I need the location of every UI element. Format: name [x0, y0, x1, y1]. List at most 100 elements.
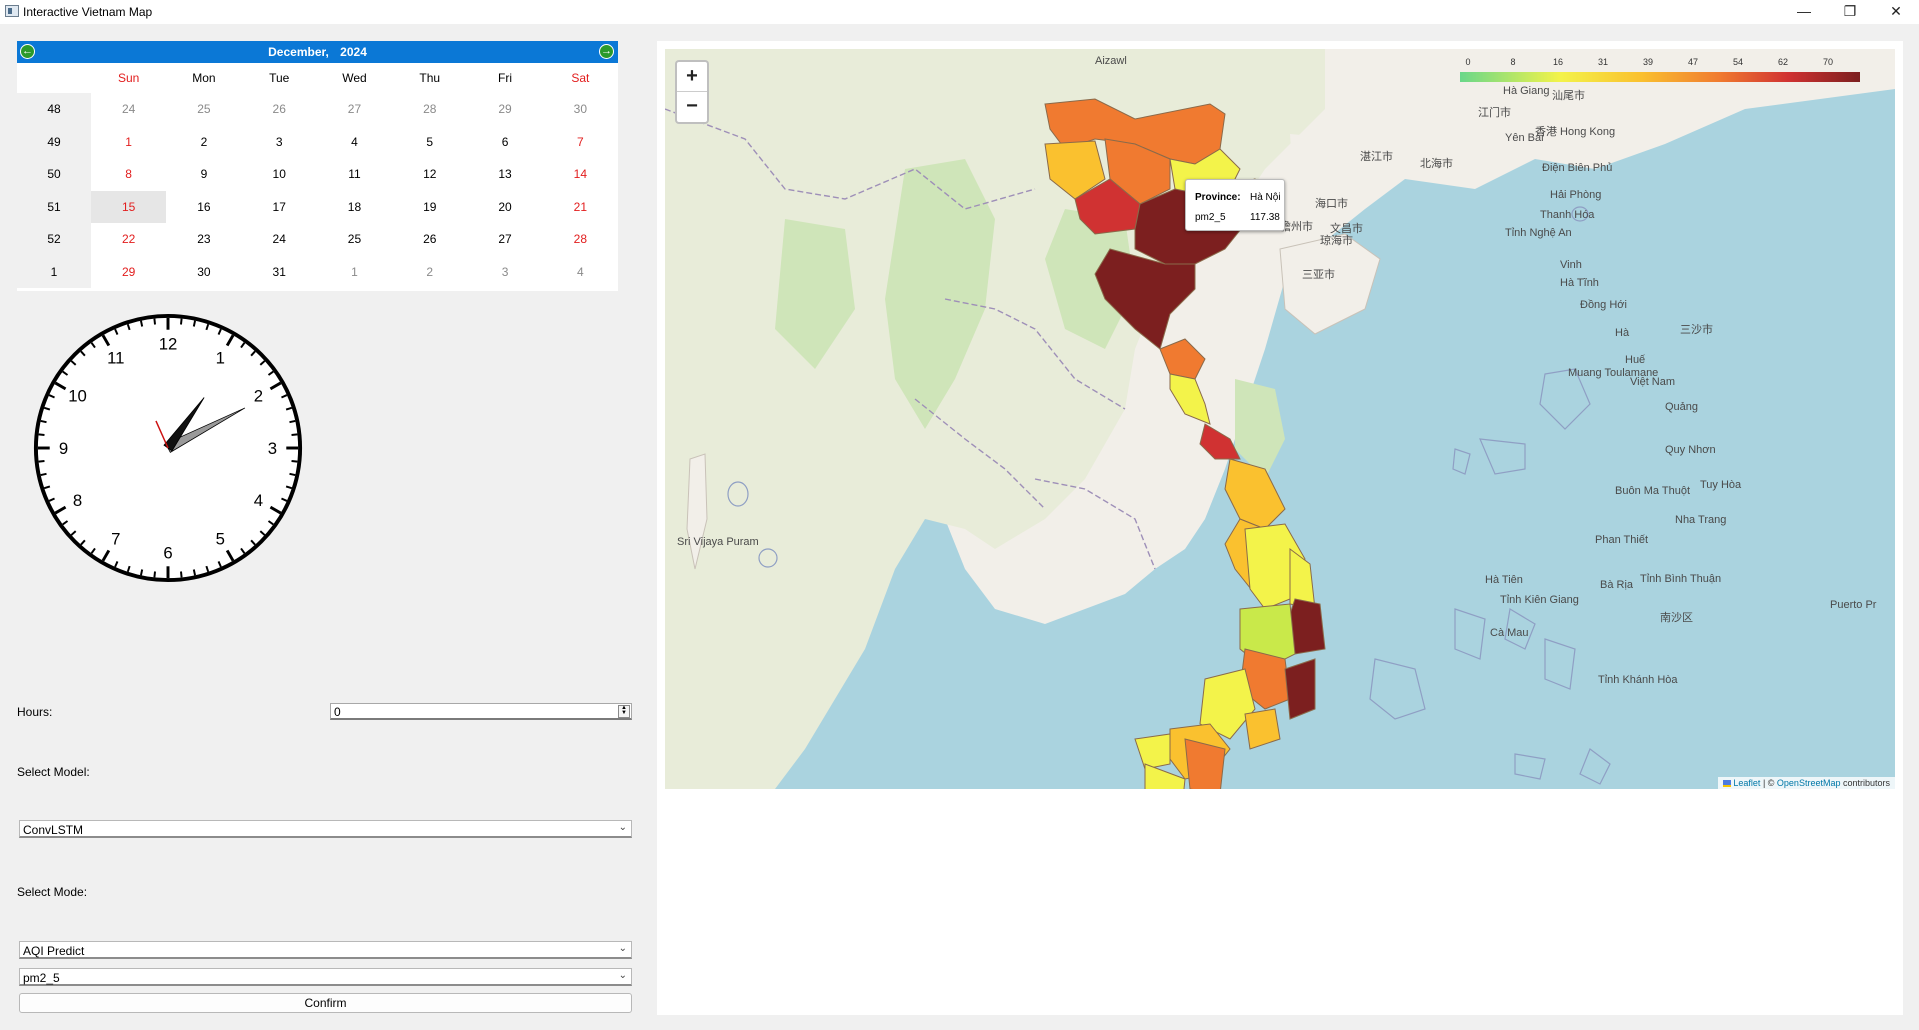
map-panel: Aizawl Hà Giang Yên Bái Điện Biên Phủ Hải Ph… — [657, 41, 1903, 1015]
map-place-label: 三沙市 — [1680, 324, 1713, 336]
map-place-label: Điện Biên Phủ — [1542, 162, 1613, 174]
legend-tick: 31 — [1597, 57, 1609, 67]
calendar-day[interactable]: 24 — [242, 223, 317, 256]
zoom-control[interactable]: + − — [675, 60, 709, 124]
calendar-day[interactable]: 31 — [242, 256, 317, 289]
calendar-day[interactable]: 8 — [91, 158, 166, 191]
hours-value[interactable]: 0 — [334, 705, 341, 719]
calendar-day[interactable]: 2 — [166, 126, 241, 159]
calendar-day[interactable]: 27 — [467, 223, 542, 256]
calendar-day[interactable]: 3 — [242, 126, 317, 159]
calendar-day[interactable]: 4 — [543, 256, 618, 289]
calendar-day[interactable]: 19 — [392, 191, 467, 224]
color-legend: 0 8 16 31 39 47 54 62 70 — [1460, 57, 1860, 87]
week-number: 48 — [17, 93, 91, 126]
calendar-day[interactable]: 23 — [166, 223, 241, 256]
calendar-day[interactable]: 11 — [317, 158, 392, 191]
week-number-header — [17, 63, 91, 93]
clock-tick — [38, 460, 45, 463]
chevron-down-icon[interactable]: ⌄ — [619, 822, 627, 833]
calendar-day[interactable]: 9 — [166, 158, 241, 191]
calendar-day[interactable]: 16 — [166, 191, 241, 224]
map-place-label: Quy Nhơn — [1665, 444, 1716, 456]
confirm-button[interactable]: Confirm — [19, 993, 632, 1013]
calendar-day[interactable]: 29 — [467, 93, 542, 126]
map-place-label: Tỉnh Bình Thuận — [1640, 573, 1722, 585]
next-month-icon[interactable]: → — [599, 44, 614, 59]
calendar-day[interactable]: 1 — [91, 126, 166, 159]
map-place-label: Muang Toulamane — [1568, 367, 1659, 379]
zoom-in-button[interactable]: + — [677, 62, 707, 92]
calendar-day[interactable]: 2 — [392, 256, 467, 289]
week-number: 51 — [17, 190, 91, 223]
vietnam-map[interactable]: Aizawl Hà Giang Yên Bái Điện Biên Phủ Hải Ph… — [665, 49, 1895, 789]
map-place-label: 香港 Hong Kong — [1535, 126, 1616, 138]
calendar-day[interactable]: 28 — [392, 93, 467, 126]
calendar-day[interactable]: 6 — [467, 126, 542, 159]
map-place-label: Tuy Hòa — [1700, 479, 1742, 491]
calendar-day[interactable]: 17 — [242, 191, 317, 224]
clock-numeral: 1 — [216, 348, 225, 367]
leaflet-link[interactable]: Leaflet — [1733, 778, 1760, 788]
clock-numeral: 3 — [268, 439, 277, 458]
clock-tick — [38, 433, 45, 436]
calendar-day[interactable]: 1 — [317, 256, 392, 289]
pollutant-select[interactable]: pm2_5 ⌄ — [19, 968, 632, 986]
spin-down-icon[interactable]: ▼ — [619, 710, 629, 716]
calendar-day[interactable]: 29 — [91, 256, 166, 289]
calendar-day[interactable]: 3 — [467, 256, 542, 289]
calendar-day[interactable]: 25 — [317, 223, 392, 256]
calendar-day[interactable]: 4 — [317, 126, 392, 159]
calendar-day[interactable]: 10 — [242, 158, 317, 191]
calendar-day[interactable]: 20 — [467, 191, 542, 224]
calendar-day[interactable]: 7 — [543, 126, 618, 159]
legend-tick: 54 — [1732, 57, 1744, 67]
attribution-rest: contributors — [1840, 778, 1890, 788]
clock-tick — [139, 569, 144, 576]
chevron-down-icon[interactable]: ⌄ — [619, 970, 627, 981]
calendar-grid: Sun Mon Tue Wed Thu Fri Sat 48 24 25 26 27 28… — [17, 63, 618, 288]
hainan-island — [1279, 233, 1381, 335]
hours-spinbox[interactable]: 0 ▲ ▼ — [330, 703, 632, 720]
calendar-day[interactable]: 26 — [242, 93, 317, 126]
calendar-day[interactable]: 25 — [166, 93, 241, 126]
model-select[interactable]: ConvLSTM ⌄ — [19, 820, 632, 838]
calendar-widget[interactable]: ← December, 2024 → Sun Mon Tue Wed Thu F… — [17, 41, 618, 291]
calendar-navigation-bar: ← December, 2024 → — [17, 41, 618, 63]
restore-button[interactable]: ❐ — [1827, 0, 1873, 24]
clock-tick — [40, 472, 47, 477]
map-place-label: Nha Trang — [1675, 514, 1727, 526]
calendar-day[interactable]: 13 — [467, 158, 542, 191]
calendar-day[interactable]: 18 — [317, 191, 392, 224]
tooltip-metric-value: 117.38 — [1250, 212, 1280, 223]
clock-tick — [40, 419, 47, 424]
calendar-day[interactable]: 5 — [392, 126, 467, 159]
mode-select[interactable]: AQI Predict ⌄ — [19, 941, 632, 959]
clock-tick — [153, 318, 156, 325]
calendar-day[interactable]: 12 — [392, 158, 467, 191]
calendar-day[interactable]: 28 — [543, 223, 618, 256]
spin-buttons[interactable]: ▲ ▼ — [618, 705, 630, 718]
minimize-button[interactable]: — — [1781, 0, 1827, 24]
calendar-day[interactable]: 30 — [166, 256, 241, 289]
map-place-label: Tỉnh Kiên Giang — [1500, 594, 1579, 606]
calendar-day[interactable]: 30 — [543, 93, 618, 126]
map-place-label: 三亚市 — [1302, 269, 1335, 281]
chevron-down-icon[interactable]: ⌄ — [619, 943, 627, 954]
calendar-year[interactable]: 2024 — [340, 45, 367, 59]
calendar-day[interactable]: 15 — [91, 190, 167, 223]
analog-clock: 121234567891011 — [33, 313, 303, 583]
calendar-month-year[interactable]: December, 2024 — [17, 45, 618, 59]
leaflet-icon — [1722, 780, 1731, 788]
zoom-out-button[interactable]: − — [677, 92, 707, 121]
calendar-day[interactable]: 27 — [317, 93, 392, 126]
calendar-day[interactable]: 24 — [91, 93, 166, 126]
calendar-day[interactable]: 14 — [543, 158, 618, 191]
osm-link[interactable]: OpenStreetMap — [1777, 778, 1841, 788]
calendar-day[interactable]: 22 — [91, 223, 166, 256]
calendar-day[interactable]: 21 — [543, 191, 618, 224]
calendar-month[interactable]: December, — [268, 45, 329, 59]
mode-select-value: AQI Predict — [23, 944, 85, 958]
close-button[interactable]: ✕ — [1873, 0, 1919, 24]
calendar-day[interactable]: 26 — [392, 223, 467, 256]
